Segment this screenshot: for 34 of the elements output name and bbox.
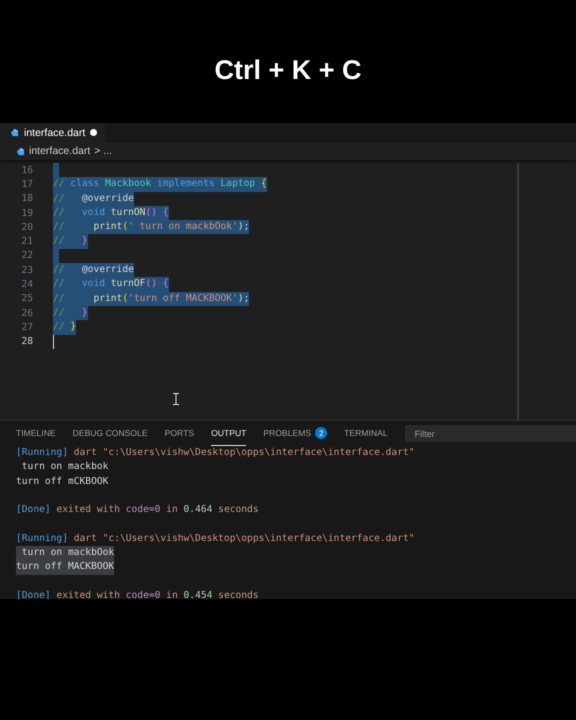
panel-tab[interactable]: TERMINAL xyxy=(344,421,388,446)
output-line: [Done] exited with code=0 in 0.454 seconds xyxy=(16,588,259,599)
text-cursor-icon xyxy=(173,393,179,405)
line-number: 23 xyxy=(20,264,33,276)
filter-field[interactable]: Filter xyxy=(404,425,576,442)
line-number: 19 xyxy=(20,208,33,219)
line-number: 21 xyxy=(20,236,33,248)
panel-tab[interactable]: TIMELINE xyxy=(16,421,56,446)
panel-tab[interactable]: DEBUG CONSOLE xyxy=(72,421,148,446)
line-number: 26 xyxy=(20,308,33,319)
breadcrumb-item[interactable]: > ... xyxy=(94,145,112,157)
panel-tab[interactable]: PORTS xyxy=(164,421,194,446)
line-number: 17 xyxy=(20,178,33,190)
line-number: 22 xyxy=(20,250,33,262)
dart-file-icon xyxy=(10,128,19,137)
line-number: 16 xyxy=(20,164,33,176)
panel-tab[interactable]: OUTPUT xyxy=(211,421,246,446)
line-number: 27 xyxy=(20,322,33,333)
line-number: 24 xyxy=(20,279,33,290)
line-number: 20 xyxy=(20,222,33,233)
output-line: turn off mCKBOOK xyxy=(16,474,108,489)
output-line: turn on mackbok xyxy=(20,460,108,474)
output-line: [Running] dart "c:\Users\vishw\Desktop\opps\interface\interface.dart" xyxy=(16,532,415,546)
count-badge: 2 xyxy=(315,427,328,439)
output-line: [Done] exited with code=0 in 0.464 seconds xyxy=(16,503,259,518)
breadcrumb-item[interactable]: interface.dart xyxy=(29,145,90,157)
output-line: [Running] dart "c:\Users\vishw\Desktop\opps\interface\interface.dart" xyxy=(16,446,415,460)
editor-tab[interactable]: interface.dart xyxy=(0,123,106,142)
line-number: 28 xyxy=(20,336,33,348)
caption-title: Ctrl + K + C xyxy=(214,55,362,86)
panel-tab[interactable]: PROBLEMS 2 xyxy=(263,421,328,446)
line-number: 25 xyxy=(20,293,33,304)
dart-file-icon xyxy=(16,146,25,156)
line-number: 18 xyxy=(20,193,33,204)
